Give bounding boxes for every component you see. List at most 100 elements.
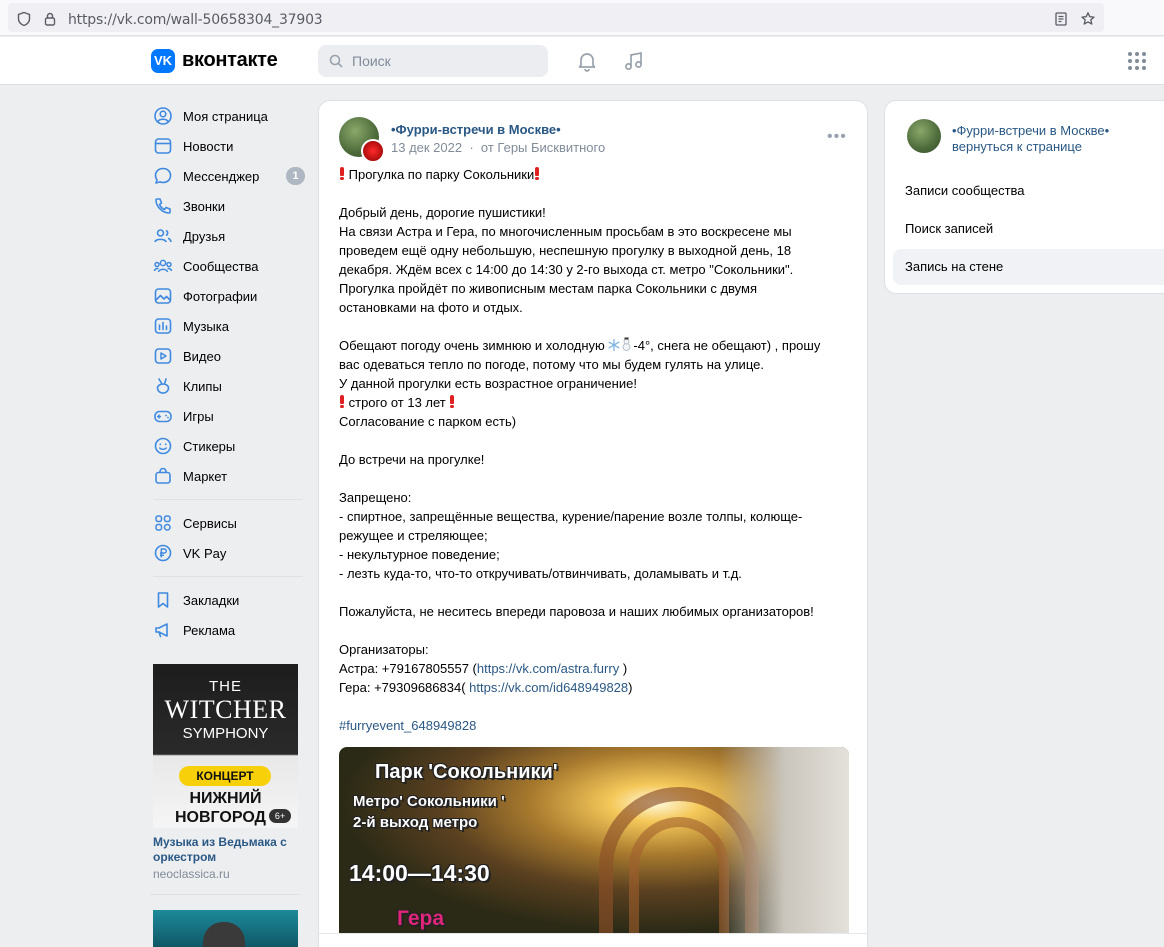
photo-arch-shape <box>629 817 729 933</box>
nav-item-calls[interactable]: Звонки <box>150 191 305 221</box>
ad-image[interactable]: THE WITCHER SYMPHONY КОНЦЕРТ НИЖНИЙ НОВГ… <box>153 664 298 828</box>
communities-icon <box>153 259 173 273</box>
nav-item-services[interactable]: Сервисы <box>150 508 305 538</box>
nav-label: Закладки <box>183 592 240 608</box>
author-avatar[interactable] <box>361 139 385 163</box>
hashtag-link[interactable]: #furryevent_648949828 <box>339 718 476 733</box>
vk-header: VK вконтакте <box>0 37 1164 85</box>
organizer-text: Астра: +79167805557 ( <box>339 661 477 676</box>
post-author[interactable]: от Геры Бисквитного <box>481 140 605 155</box>
ad-domain[interactable]: neoclassica.ru <box>153 867 298 881</box>
nav-item-vkpay[interactable]: VK Pay <box>150 538 305 568</box>
menu-community-posts[interactable]: Записи сообщества <box>893 173 1164 209</box>
clips-icon <box>156 378 170 394</box>
games-icon <box>154 410 172 423</box>
post-photo[interactable]: Парк 'Сокольники' Метро' Сокольники ' 2-… <box>339 747 849 933</box>
text-line: Прогулка пройдёт по живописным местам па… <box>339 281 757 296</box>
back-to-page-link[interactable]: вернуться к странице <box>952 139 1082 154</box>
ad-image-line2: WITCHER <box>164 695 287 724</box>
nav-item-messenger[interactable]: Мессенджер 1 <box>150 161 305 191</box>
right-panel: •Фурри-встречи в Москве• вернуться к стр… <box>884 100 1164 294</box>
address-bar[interactable]: https://vk.com/wall-50658304_37903 <box>8 3 1104 32</box>
ad-image-pill: КОНЦЕРТ <box>179 766 271 786</box>
more-options-icon[interactable]: ••• <box>827 128 847 146</box>
group-avatar[interactable] <box>907 119 941 153</box>
exclamation-icon <box>339 167 345 180</box>
nav-item-bookmarks[interactable]: Закладки <box>150 585 305 615</box>
snowman-icon <box>623 337 631 351</box>
nav-item-photos[interactable]: Фотографии <box>150 281 305 311</box>
text-line: режущее и стреляющее; <box>339 528 488 543</box>
text-line: - некультурное поведение; <box>339 547 500 562</box>
nav-label: VK Pay <box>183 545 227 561</box>
shield-icon[interactable] <box>16 11 32 27</box>
nav-item-market[interactable]: Маркет <box>150 461 305 491</box>
ad-image-city1: НИЖНИЙ <box>189 790 262 807</box>
url-text[interactable]: https://vk.com/wall-50658304_37903 <box>68 12 323 28</box>
search-input[interactable] <box>318 45 548 77</box>
organizer-text: Гера: +79309686834( <box>339 680 470 695</box>
text-line: Добрый день, дорогие пушистики! <box>339 205 546 220</box>
organizer-line: Астра: +79167805557 (https://vk.com/astr… <box>339 659 829 678</box>
text-line: декабря. Ждём всех с 14:00 до 14:30 у 2-… <box>339 262 794 277</box>
divider <box>153 499 303 500</box>
music-note-icon[interactable] <box>623 50 645 72</box>
text-line: проведем ещё одну небольшую, неспешную п… <box>339 243 792 258</box>
notifications-bell-icon[interactable] <box>576 50 598 72</box>
text-line: Согласование с парком есть) <box>339 414 517 429</box>
market-icon <box>155 467 171 484</box>
reader-view-icon[interactable] <box>1053 11 1069 27</box>
weather-text-b: -4°, снега не обещают) , прошу <box>633 338 821 353</box>
news-icon <box>154 138 172 154</box>
text-line: Запрещено: <box>339 490 412 505</box>
exclamation-icon <box>449 395 455 408</box>
ad-image-line3: SYMPHONY <box>182 725 269 742</box>
video-icon <box>154 348 172 364</box>
nav-label: Музыка <box>183 318 229 334</box>
ad-title[interactable]: Музыка из Ведьмака с оркестром <box>153 835 298 865</box>
user-icon <box>154 107 172 125</box>
divider <box>153 576 303 577</box>
vk-logo-text[interactable]: вконтакте <box>182 49 278 72</box>
menu-search-posts[interactable]: Поиск записей <box>893 211 1164 247</box>
text-line: вас одеваться тепло по погоде, потому чт… <box>339 357 764 372</box>
nav-label: Видео <box>183 348 221 364</box>
organizer-link[interactable]: https://vk.com/id648949828 <box>469 680 628 695</box>
nav-item-music[interactable]: Музыка <box>150 311 305 341</box>
text-line: Организаторы: <box>339 642 429 657</box>
text-line: Пожалуйста, не неситесь впереди паровоза… <box>339 604 814 619</box>
nav-item-ads[interactable]: Реклама <box>150 615 305 645</box>
bookmark-star-icon[interactable] <box>1080 11 1096 27</box>
hashtag-line: #furryevent_648949828 <box>339 716 829 735</box>
post-date[interactable]: 13 дек 2022 <box>391 140 462 155</box>
ad-block[interactable]: THE WITCHER SYMPHONY КОНЦЕРТ НИЖНИЙ НОВГ… <box>153 664 298 881</box>
organizer-link[interactable]: https://vk.com/astra.furry <box>477 661 619 676</box>
unread-badge: 1 <box>286 167 305 185</box>
stickers-icon <box>154 437 172 455</box>
post-group-name[interactable]: •Фурри-встречи в Москве• <box>391 122 561 137</box>
lock-icon[interactable] <box>42 11 58 27</box>
nav-item-clips[interactable]: Клипы <box>150 371 305 401</box>
nav-item-friends[interactable]: Друзья <box>150 221 305 251</box>
photo-caption-time: 14:00—14:30 <box>349 860 490 886</box>
ad-image-second[interactable] <box>153 910 298 947</box>
right-group-name[interactable]: •Фурри-встречи в Москве• <box>952 123 1109 138</box>
nav-label: Сервисы <box>183 515 237 531</box>
nav-item-news[interactable]: Новости <box>150 131 305 161</box>
nav-item-communities[interactable]: Сообщества <box>150 251 305 281</box>
menu-wall-post[interactable]: Запись на стене <box>893 249 1164 285</box>
photo-caption-exit: 2-й выход метро <box>353 814 478 831</box>
nav-item-my-page[interactable]: Моя страница <box>150 101 305 131</box>
vk-logo-icon[interactable]: VK <box>151 49 175 73</box>
nav-label: Сообщества <box>183 258 259 274</box>
nav-item-video[interactable]: Видео <box>150 341 305 371</box>
nav-item-stickers[interactable]: Стикеры <box>150 431 305 461</box>
apps-grid-icon[interactable] <box>1126 50 1148 72</box>
nav-item-games[interactable]: Игры <box>150 401 305 431</box>
age-line: строго от 13 лет <box>339 393 829 412</box>
bookmark-icon <box>157 592 169 608</box>
